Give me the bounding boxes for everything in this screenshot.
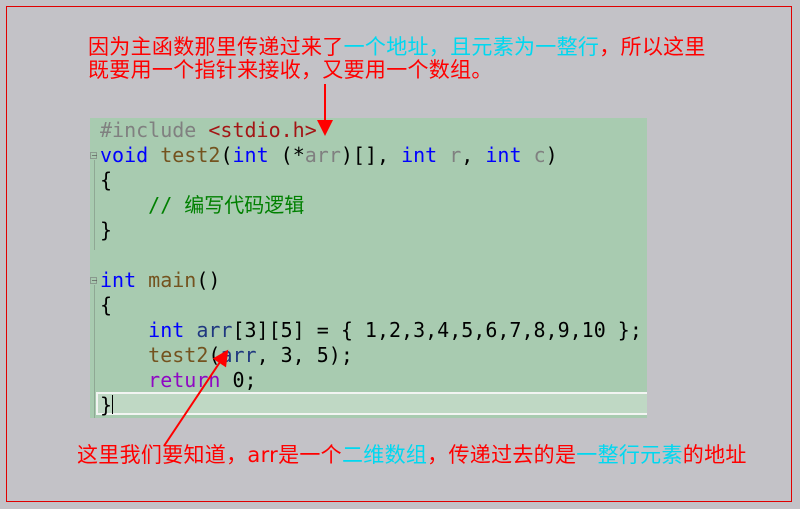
- arrows-layer: [163, 84, 333, 447]
- arrow-to-arg: [163, 349, 229, 447]
